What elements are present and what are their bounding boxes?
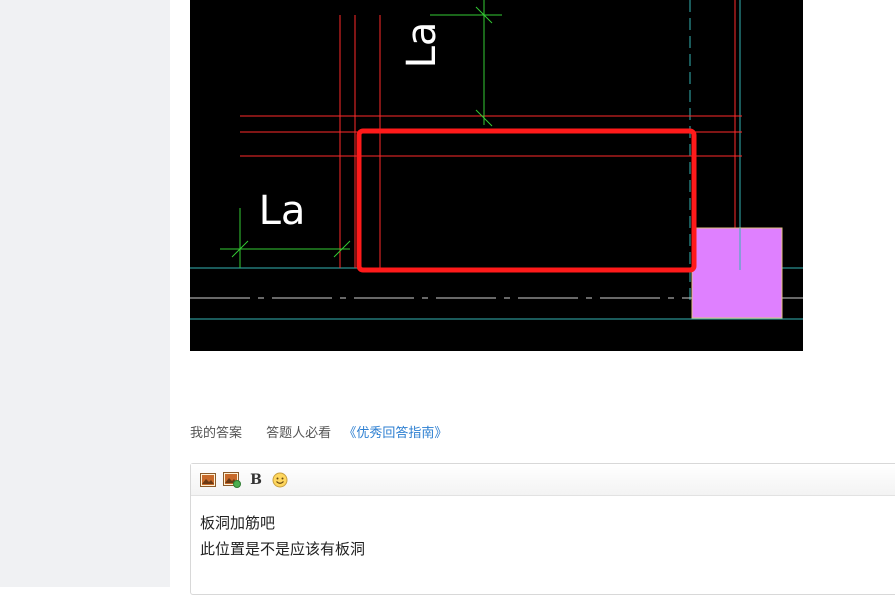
editor-toolbar: B	[191, 464, 895, 496]
left-gutter	[0, 0, 170, 587]
image-icon[interactable]	[199, 471, 217, 489]
my-answer-label: 我的答案	[190, 426, 243, 441]
editor-line: 此位置是不是应该有板洞	[200, 540, 366, 558]
bold-button[interactable]: B	[247, 471, 265, 489]
answer-guide-link[interactable]: 《优秀回答指南》	[343, 425, 447, 443]
editor-text-area[interactable]: 板洞加筋吧 此位置是不是应该有板洞	[191, 496, 895, 576]
dimension-label-horizontal: La	[259, 188, 306, 234]
image-upload-icon[interactable]	[223, 471, 241, 489]
emoji-icon[interactable]	[271, 471, 289, 489]
highlight-box	[356, 128, 697, 273]
answer-editor: B 板洞加筋吧 此位置是不是应该有板洞	[190, 463, 895, 595]
rebar-lines	[240, 0, 742, 268]
dimension-label-vertical: La	[399, 22, 445, 69]
answer-header: 我的答案 答题人必看 《优秀回答指南》	[190, 425, 447, 443]
cad-drawing-image: La La	[190, 0, 803, 351]
editor-line: 板洞加筋吧	[200, 514, 276, 532]
column-block	[691, 227, 783, 319]
must-read-label: 答题人必看	[266, 426, 332, 441]
